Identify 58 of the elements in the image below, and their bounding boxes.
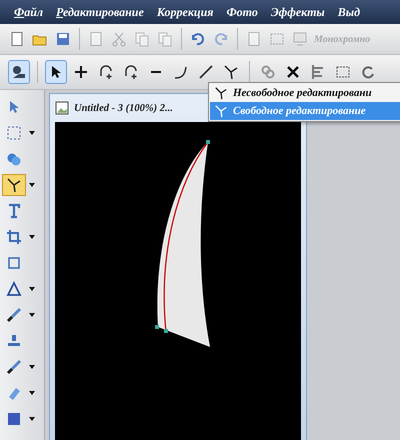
add-node-icon <box>98 64 114 80</box>
menu-item[interactable]: Файл <box>14 4 44 20</box>
menu-item[interactable]: Несвободное редактировани <box>210 84 400 102</box>
dropdown-arrow-icon <box>29 183 35 187</box>
close-icon <box>285 64 301 80</box>
dropdown-arrow-icon <box>29 365 35 369</box>
dropdown-arrow-icon <box>29 417 35 421</box>
minus-icon <box>151 71 161 73</box>
dropdown-arrow-icon <box>29 287 35 291</box>
node-icon <box>223 64 239 80</box>
eraser-icon <box>6 385 22 401</box>
menu-item[interactable]: Редактирование <box>56 4 144 20</box>
page-icon <box>246 31 262 47</box>
dropdown-arrow-icon <box>29 313 35 317</box>
dropdown-arrow-icon <box>29 235 35 239</box>
tool-button[interactable] <box>2 174 26 196</box>
node-icon <box>6 177 22 193</box>
monitor-icon <box>292 31 308 47</box>
line-icon <box>198 64 214 80</box>
menu-item[interactable]: Эффекты <box>270 4 325 20</box>
copy-icon <box>134 31 150 47</box>
dropdown-arrow-icon <box>29 391 35 395</box>
circles-icon <box>6 151 22 167</box>
mode-label: Монохромно <box>314 34 370 44</box>
gradient-square-icon <box>6 411 22 427</box>
dropdown-arrow-icon <box>29 131 35 135</box>
stamp-icon <box>6 333 22 349</box>
text-tool-icon <box>6 203 22 219</box>
refresh-icon <box>360 64 376 80</box>
page-icon <box>9 31 25 47</box>
plus-icon <box>73 64 89 80</box>
triangle-icon <box>6 281 22 297</box>
redo-icon <box>213 31 229 47</box>
selection-frame-icon <box>335 64 351 80</box>
node-icon <box>214 104 228 118</box>
add-node-icon <box>123 64 139 80</box>
curve-icon <box>173 64 189 80</box>
node-pen-icon <box>11 64 27 80</box>
brush-icon <box>6 359 22 375</box>
page-icon <box>88 31 104 47</box>
document-title: Untitled - 3 (100%) 2... <box>74 102 173 114</box>
menu-item[interactable]: Выд <box>338 4 360 20</box>
node-icon <box>214 86 228 100</box>
chain-link-icon <box>260 64 276 80</box>
toolbar-button[interactable] <box>8 60 30 84</box>
crop-icon <box>6 229 22 245</box>
selection-frame-icon <box>6 125 22 141</box>
scissors-icon <box>111 31 127 47</box>
selection-frame-icon <box>269 31 285 47</box>
copy-icon <box>157 31 173 47</box>
image-icon <box>55 101 69 115</box>
brush-icon <box>6 307 22 323</box>
menu-item[interactable]: Коррекция <box>156 4 214 20</box>
transform-icon <box>6 255 22 271</box>
toolbar-button[interactable] <box>45 60 67 84</box>
undo-icon <box>190 31 206 47</box>
menu-item[interactable]: Фото <box>226 4 258 20</box>
align-left-icon <box>310 64 326 80</box>
